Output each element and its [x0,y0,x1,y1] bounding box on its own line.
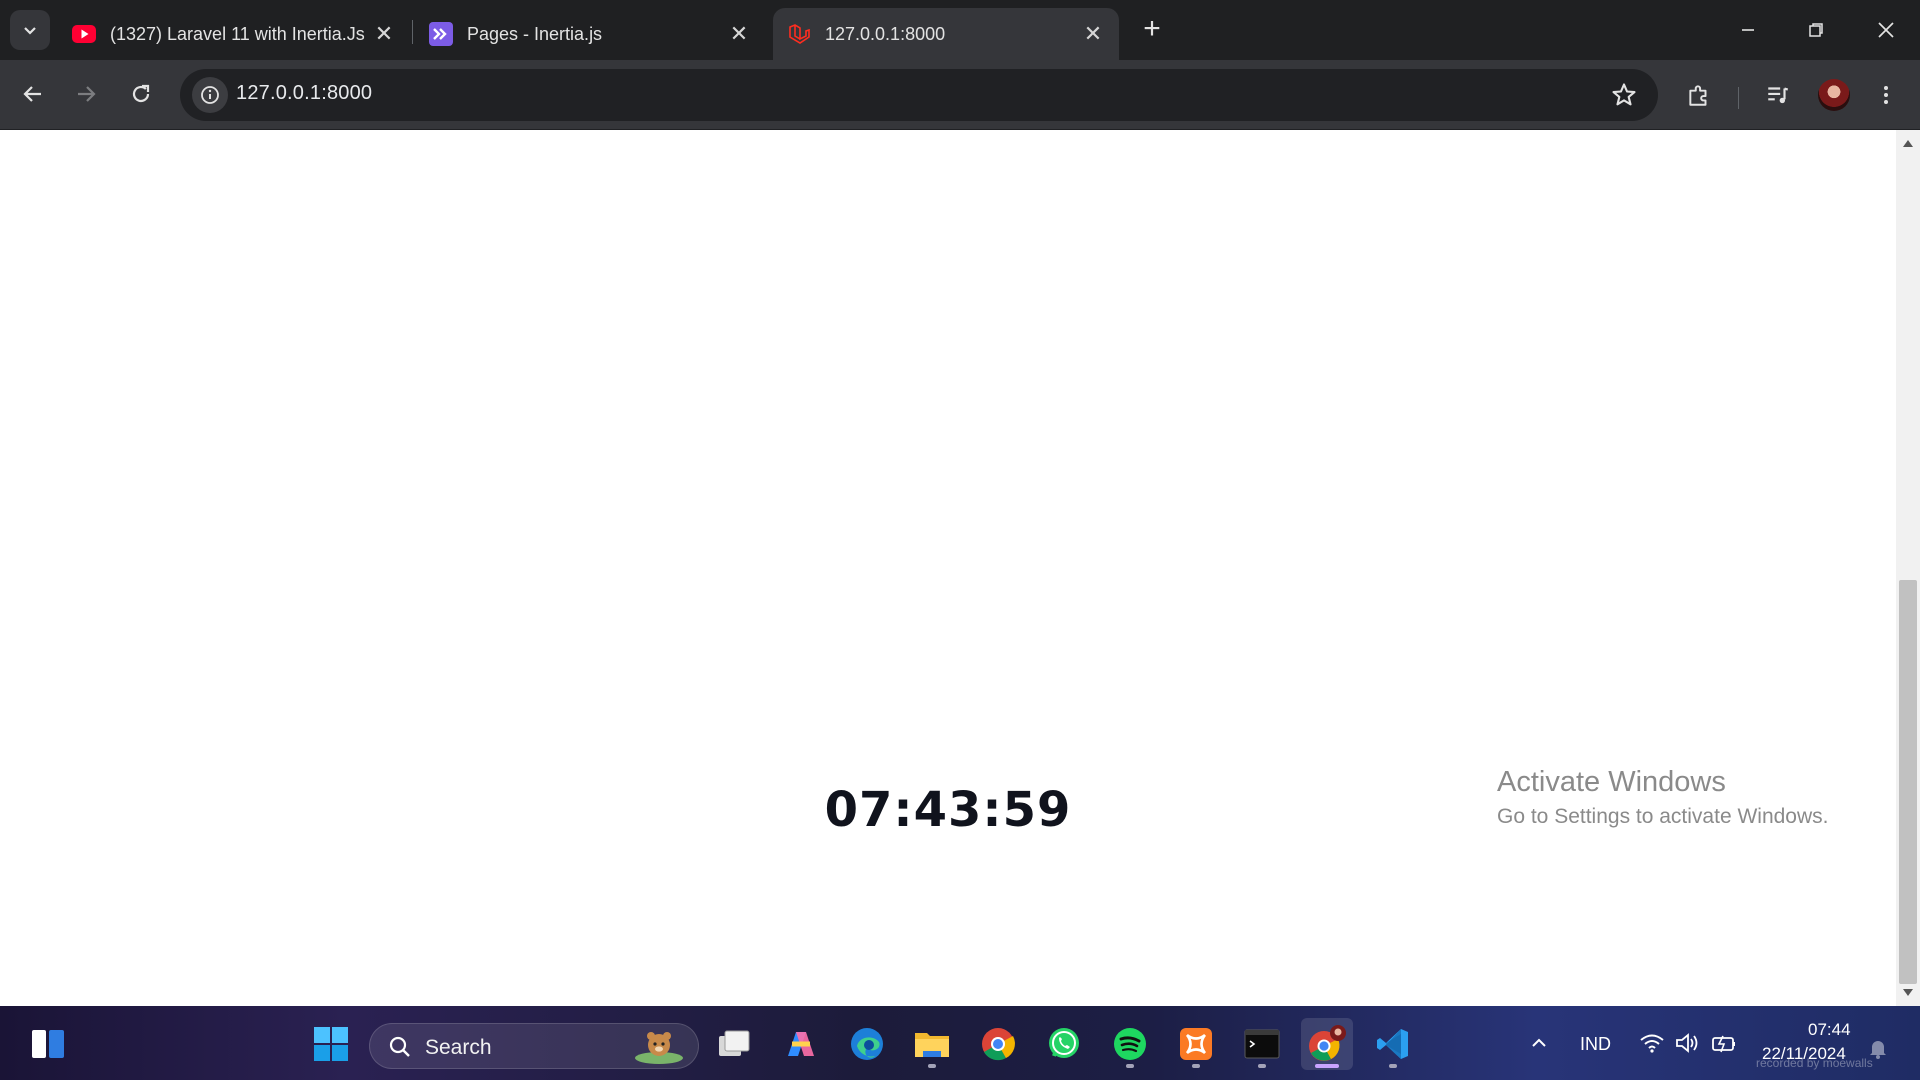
info-icon [201,86,219,104]
clock-time[interactable]: 07:44 [1808,1020,1851,1040]
activate-heading: Activate Windows [1497,766,1726,798]
active-indicator [1315,1064,1339,1068]
battery-icon[interactable] [1710,1029,1738,1057]
task-view-icon [719,1030,750,1056]
file-explorer-button[interactable] [906,1018,958,1070]
xampp-icon [1180,1028,1212,1060]
start-button[interactable] [305,1018,357,1070]
wifi-icon[interactable] [1638,1029,1666,1057]
restore-button[interactable] [1782,0,1850,60]
laravel-icon [787,22,811,46]
close-tab-icon[interactable]: ✕ [727,21,751,46]
tab-title: Pages - Inertia.js [467,23,603,44]
task-view-button[interactable] [708,1018,760,1070]
copilot-button[interactable] [775,1018,827,1070]
running-indicator [1389,1064,1397,1068]
star-icon [1612,83,1636,106]
arrow-right-icon [78,86,96,102]
running-indicator [928,1064,936,1068]
chrome-profile-button[interactable] [1301,1018,1353,1070]
address-bar[interactable]: 127.0.0.1:8000 [180,69,1658,121]
chrome-icon [982,1028,1015,1061]
running-indicator [1126,1064,1134,1068]
tab-localhost[interactable]: 127.0.0.1:8000 ✕ [773,8,1119,60]
edge-icon [851,1028,883,1060]
page-viewport [0,130,1896,1006]
whatsapp-icon [1049,1028,1079,1058]
tab-search-button[interactable] [10,10,50,50]
terminal-button[interactable] [1236,1018,1288,1070]
edge-button[interactable] [841,1018,893,1070]
bookmark-button[interactable] [1610,81,1638,109]
media-queue-icon [1768,87,1789,104]
minimize-icon [1742,29,1754,31]
windows-logo-icon [314,1027,348,1061]
close-icon [1878,22,1894,38]
close-tab-icon[interactable]: ✕ [1081,21,1105,46]
running-indicator [1258,1064,1266,1068]
widgets-button[interactable] [22,1018,74,1070]
show-hidden-icons-button[interactable] [1525,1029,1553,1057]
reload-icon [132,84,150,103]
recording-watermark: recorded by moewalls [1756,1056,1873,1070]
url-text[interactable]: 127.0.0.1:8000 [236,82,372,105]
browser-toolbar: 127.0.0.1:8000 [0,60,1920,130]
tab-inertia[interactable]: Pages - Inertia.js ✕ [415,8,765,60]
activate-windows-watermark: Activate Windows Go to Settings to activ… [1497,766,1829,829]
restore-icon [1809,23,1823,37]
scroll-down-icon[interactable] [1903,989,1913,996]
tab-title: 127.0.0.1:8000 [825,23,946,44]
widgets-icon [32,1030,64,1058]
puzzle-icon [1689,85,1707,106]
vscode-icon [1377,1029,1408,1059]
chrome-menu-button[interactable] [1866,75,1906,115]
whatsapp-button[interactable] [1038,1018,1090,1070]
close-tab-icon[interactable]: ✕ [372,21,396,46]
media-control-button[interactable] [1758,75,1798,115]
chevron-down-icon [24,27,36,35]
activate-subtext: Go to Settings to activate Windows. [1497,805,1829,828]
search-label: Search [425,1036,492,1059]
inertia-icon [429,22,453,46]
forward-button[interactable] [66,74,106,114]
input-language[interactable]: IND [1580,1034,1611,1055]
spotify-button[interactable] [1104,1018,1156,1070]
volume-icon[interactable] [1674,1029,1702,1057]
back-button[interactable] [13,74,53,114]
tab-youtube[interactable]: (1327) Laravel 11 with Inertia.Js ✕ [58,8,410,60]
windows-taskbar: Search IND 07:44 22/11/2024 [0,1006,1920,1080]
scroll-up-icon[interactable] [1903,140,1913,147]
reload-button[interactable] [121,74,161,114]
profile-avatar[interactable] [1818,79,1850,111]
search-icon [389,1036,410,1057]
tab-title: (1327) Laravel 11 with Inertia.Js [110,23,365,44]
chrome-profile-icon [1309,1025,1346,1061]
tab-separator [412,20,413,44]
running-indicator [1192,1064,1200,1068]
terminal-icon [1244,1029,1280,1059]
arrow-left-icon [23,86,41,102]
scrollbar-thumb[interactable] [1899,580,1917,984]
more-vertical-icon [1884,86,1888,104]
page-scrollbar[interactable] [1896,130,1920,1006]
xampp-button[interactable] [1170,1018,1222,1070]
search-highlight-icon [635,1032,683,1064]
minimize-button[interactable] [1714,0,1782,60]
youtube-icon [72,22,96,46]
copilot-icon [788,1032,814,1056]
folder-icon [915,1033,949,1057]
site-info-button[interactable] [192,77,228,113]
close-window-button[interactable] [1852,0,1920,60]
new-tab-button[interactable]: + [1135,12,1169,46]
toolbar-divider [1738,87,1739,109]
taskbar-search[interactable]: Search [369,1023,699,1069]
spotify-icon [1114,1028,1146,1060]
chrome-button[interactable] [972,1018,1024,1070]
tab-strip: (1327) Laravel 11 with Inertia.Js ✕ Page… [0,0,1920,60]
vscode-button[interactable] [1367,1018,1419,1070]
extensions-button[interactable] [1679,75,1719,115]
chevron-up-icon [1532,1038,1546,1047]
